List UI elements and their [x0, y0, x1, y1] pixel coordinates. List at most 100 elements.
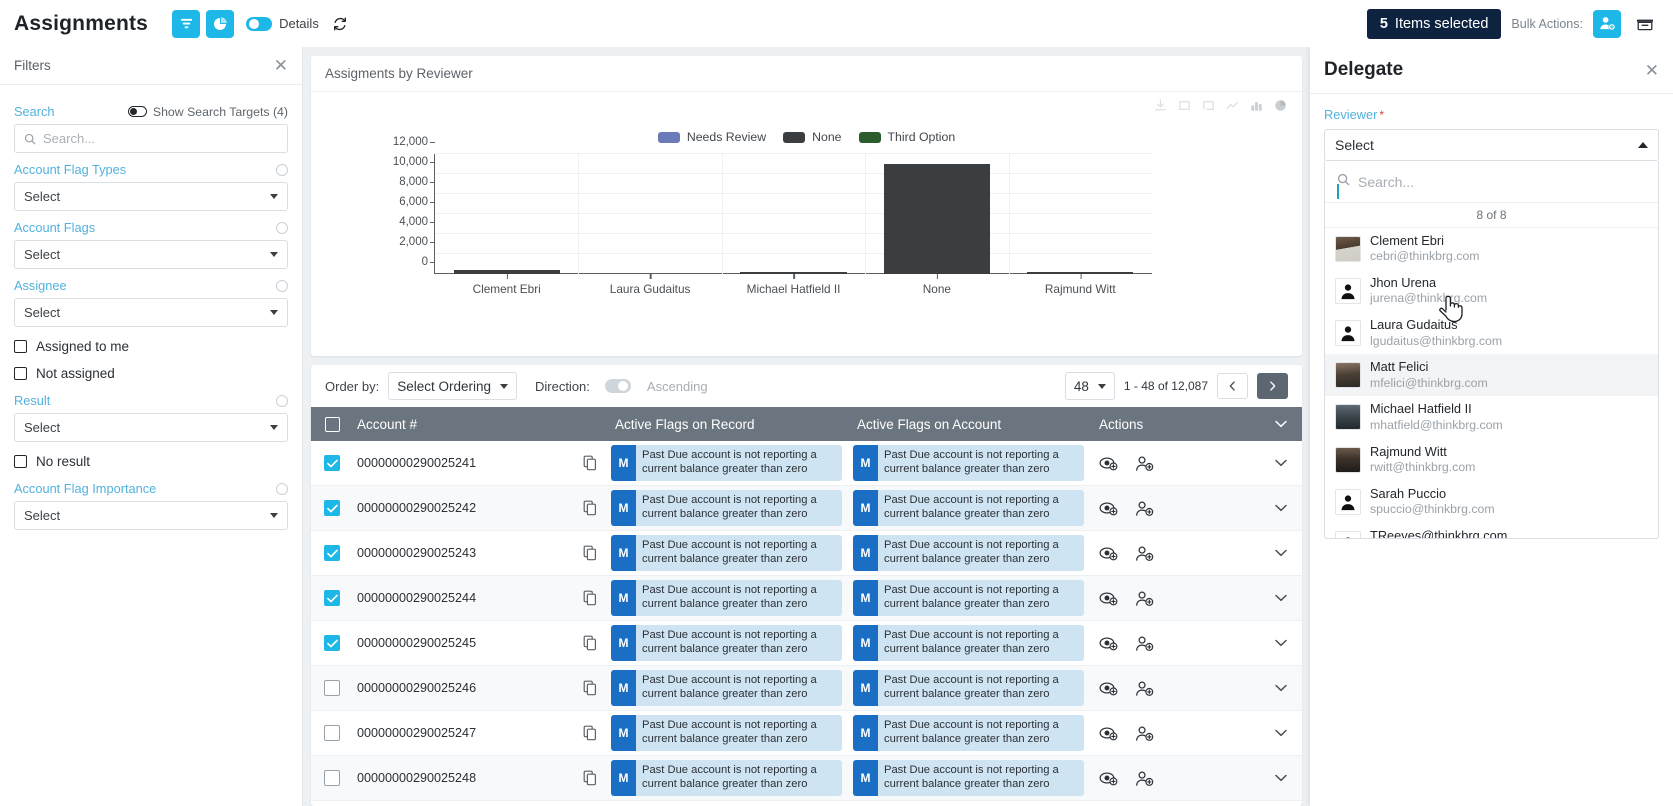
bar-chart-icon[interactable] — [1249, 98, 1264, 113]
assigned-to-me-checkbox[interactable]: Assigned to me — [14, 339, 288, 354]
bulk-delegate-button[interactable] — [1593, 9, 1621, 38]
legend-item-0[interactable]: Needs Review — [657, 130, 766, 144]
flag-review-icon-button[interactable] — [1099, 635, 1118, 651]
flag-chip[interactable]: M Past Due account is not reporting a cur… — [611, 490, 842, 526]
table-row[interactable]: 00000000290025243 M Past Due account is no… — [311, 531, 1302, 576]
row-expand-button[interactable] — [1260, 684, 1302, 692]
flag-chip[interactable]: M Past Due account is not reporting a cur… — [611, 760, 842, 796]
flag-chip[interactable]: M Past Due account is not reporting a cur… — [611, 625, 842, 661]
reviewer-select[interactable]: Select — [1324, 129, 1659, 161]
table-row[interactable]: 00000000290025241 M Past Due account is no… — [311, 441, 1302, 486]
row-expand-button[interactable] — [1260, 594, 1302, 602]
flag-review-icon-button[interactable] — [1099, 545, 1118, 561]
reviewer-option[interactable]: Clement Ebri cebri@thinkbrg.com — [1325, 228, 1658, 270]
flag-review-icon-button[interactable] — [1099, 680, 1118, 696]
details-toggle[interactable] — [246, 16, 273, 31]
reviewer-option[interactable]: Matt Felici mfelici@thinkbrg.com — [1325, 354, 1658, 397]
filters-close-button[interactable]: ✕ — [274, 57, 288, 74]
row-checkbox[interactable] — [324, 725, 340, 741]
next-page-button[interactable] — [1257, 373, 1288, 399]
flag-review-icon-button[interactable] — [1099, 500, 1118, 516]
row-expand-button[interactable] — [1260, 729, 1302, 737]
reviewer-option[interactable]: Laura Gudaitus lgudaitus@thinkbrg.com — [1325, 312, 1658, 354]
flag-chip[interactable]: M Past Due account is not reporting a cur… — [853, 670, 1084, 706]
row-checkbox[interactable] — [324, 500, 340, 516]
reviewer-option[interactable]: Sarah Puccio spuccio@thinkbrg.com — [1325, 481, 1658, 523]
row-expand-button[interactable] — [1260, 459, 1302, 467]
reviewer-option[interactable]: TReeves@thinkbrg.comtreeves@thinkbrg.com — [1325, 523, 1658, 538]
zoom-reset-icon[interactable] — [1225, 98, 1240, 113]
filter-toggle-button[interactable] — [172, 9, 201, 38]
row-expand-button[interactable] — [1260, 504, 1302, 512]
flag-review-icon-button[interactable] — [1099, 455, 1118, 471]
assign-user-icon-button[interactable] — [1135, 590, 1154, 607]
flag-chip[interactable]: M Past Due account is not reporting a cur… — [853, 760, 1084, 796]
row-checkbox[interactable] — [324, 680, 340, 696]
reviewer-option[interactable]: Jhon Urena jurena@thinkbrg.com — [1325, 270, 1658, 312]
flag-chip[interactable]: M Past Due account is not reporting a cur… — [611, 445, 842, 481]
lasso-select-icon[interactable] — [1201, 98, 1216, 113]
items-selected-chip[interactable]: 5 Items selected — [1366, 8, 1502, 39]
flag-chip[interactable]: M Past Due account is not reporting a cur… — [853, 535, 1084, 571]
row-expand-button[interactable] — [1260, 639, 1302, 647]
assign-user-icon-button[interactable] — [1135, 635, 1154, 652]
copy-account-button[interactable] — [583, 725, 597, 741]
chart-bar[interactable] — [883, 164, 990, 274]
copy-account-button[interactable] — [583, 455, 597, 471]
box-select-icon[interactable] — [1177, 98, 1192, 113]
row-checkbox[interactable] — [324, 770, 340, 786]
header-expand-toggle[interactable] — [1260, 420, 1302, 428]
table-row[interactable]: 00000000290025242 M Past Due account is no… — [311, 486, 1302, 531]
account-flags-select[interactable]: Select — [14, 240, 288, 269]
order-by-select[interactable]: Select Ordering — [388, 372, 517, 400]
show-search-targets-toggle[interactable] — [127, 106, 147, 117]
reviewer-option[interactable]: Rajmund Witt rwitt@thinkbrg.com — [1325, 439, 1658, 481]
flag-review-icon-button[interactable] — [1099, 590, 1118, 606]
flag-chip[interactable]: M Past Due account is not reporting a cur… — [853, 715, 1084, 751]
no-result-checkbox[interactable]: No result — [14, 454, 288, 469]
row-expand-button[interactable] — [1260, 774, 1302, 782]
flag-chip[interactable]: M Past Due account is not reporting a cur… — [853, 490, 1084, 526]
row-checkbox[interactable] — [324, 455, 340, 471]
flag-chip[interactable]: M Past Due account is not reporting a cur… — [611, 670, 842, 706]
flag-review-icon-button[interactable] — [1099, 725, 1118, 741]
direction-toggle[interactable] — [604, 379, 631, 393]
flag-chip[interactable]: M Past Due account is not reporting a cur… — [853, 625, 1084, 661]
copy-account-button[interactable] — [583, 635, 597, 651]
table-row[interactable]: 00000000290025244 M Past Due account is no… — [311, 576, 1302, 621]
flag-chip[interactable]: M Past Due account is not reporting a cur… — [611, 580, 842, 616]
copy-account-button[interactable] — [583, 590, 597, 606]
flag-chip[interactable]: M Past Due account is not reporting a cur… — [853, 445, 1084, 481]
chart-bar[interactable] — [740, 272, 847, 274]
assign-user-icon-button[interactable] — [1135, 500, 1154, 517]
assign-user-icon-button[interactable] — [1135, 725, 1154, 742]
legend-item-2[interactable]: Third Option — [858, 130, 955, 144]
copy-account-button[interactable] — [583, 770, 597, 786]
chart-bar[interactable] — [1027, 272, 1134, 274]
account-flag-types-select[interactable]: Select — [14, 182, 288, 211]
flag-chip[interactable]: M Past Due account is not reporting a cur… — [611, 535, 842, 571]
table-row[interactable]: 00000000290025247 M Past Due account is no… — [311, 711, 1302, 756]
download-icon[interactable] — [1153, 98, 1168, 113]
refresh-button[interactable] — [332, 16, 348, 32]
bulk-archive-button[interactable] — [1631, 10, 1659, 38]
row-checkbox[interactable] — [324, 635, 340, 651]
row-expand-button[interactable] — [1260, 549, 1302, 557]
reviewer-option[interactable]: Michael Hatfield II mhatfield@thinkbrg.co… — [1325, 396, 1658, 438]
table-row[interactable]: 00000000290025248 M Past Due account is no… — [311, 756, 1302, 801]
assign-user-icon-button[interactable] — [1135, 770, 1154, 787]
table-row[interactable]: 00000000290025246 M Past Due account is no… — [311, 666, 1302, 711]
assign-user-icon-button[interactable] — [1135, 455, 1154, 472]
delegate-close-button[interactable]: ✕ — [1645, 62, 1659, 79]
legend-item-1[interactable]: None — [783, 130, 842, 144]
prev-page-button[interactable] — [1217, 373, 1248, 399]
table-row[interactable]: 00000000290025245 M Past Due account is no… — [311, 621, 1302, 666]
row-checkbox[interactable] — [324, 590, 340, 606]
page-size-select[interactable]: 48 — [1064, 372, 1115, 400]
account-flag-importance-select[interactable]: Select — [14, 501, 288, 530]
result-select[interactable]: Select — [14, 413, 288, 442]
assignee-select[interactable]: Select — [14, 298, 288, 327]
reviewer-search-input[interactable]: Search... — [1325, 161, 1658, 203]
search-input[interactable]: Search... — [14, 124, 288, 153]
row-checkbox[interactable] — [324, 545, 340, 561]
